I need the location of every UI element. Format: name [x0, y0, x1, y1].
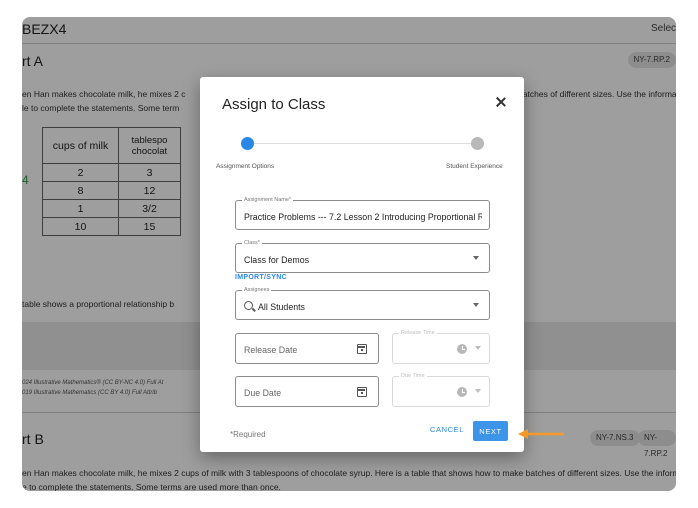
- release-time-select[interactable]: Release Time: [392, 330, 490, 364]
- step-label-student-experience: Student Experience: [446, 163, 503, 170]
- field-label: Release Time: [399, 330, 437, 337]
- step-label-assignment-options: Assignment Options: [216, 163, 275, 170]
- release-date-input[interactable]: Release Date: [235, 333, 379, 364]
- due-date-input[interactable]: Due Date: [235, 376, 379, 407]
- close-icon[interactable]: [494, 95, 508, 109]
- next-button[interactable]: NEXT: [473, 421, 508, 441]
- assignment-name-field[interactable]: Assignment Name* Practice Problems --- 7…: [235, 197, 490, 230]
- arrow-left-icon: [518, 429, 564, 439]
- due-time-select[interactable]: Due Time: [392, 373, 490, 407]
- chevron-down-icon: [473, 303, 479, 307]
- field-label: Assignment Name*: [242, 197, 294, 204]
- stepper-line: [248, 143, 476, 144]
- assignees-select[interactable]: Assignees All Students: [235, 287, 490, 320]
- chevron-down-icon: [475, 346, 481, 350]
- assign-to-class-dialog: Assign to Class Assignment Options Stude…: [200, 77, 524, 452]
- clock-icon: [457, 344, 467, 354]
- step-indicator-active[interactable]: [241, 137, 254, 150]
- import-sync-link[interactable]: IMPORT/SYNC: [235, 274, 287, 281]
- assignees-value: All Students: [258, 302, 305, 312]
- calendar-icon[interactable]: [357, 344, 367, 354]
- class-select-value: Class for Demos: [244, 255, 310, 265]
- field-label: Due Time: [399, 373, 427, 380]
- app-frame: BEZX4 Selec rt A NY-7.RP.2 en Han makes …: [22, 17, 676, 491]
- field-label: Class*: [242, 240, 262, 247]
- calendar-icon[interactable]: [357, 387, 367, 397]
- required-note: *Required: [230, 430, 266, 439]
- field-label: Assignees: [242, 287, 272, 294]
- assignment-name-value: Practice Problems --- 7.2 Lesson 2 Intro…: [244, 212, 482, 222]
- dialog-title: Assign to Class: [222, 96, 326, 113]
- clock-icon: [457, 387, 467, 397]
- class-select[interactable]: Class* Class for Demos: [235, 240, 490, 273]
- search-icon: [244, 301, 253, 310]
- chevron-down-icon: [475, 389, 481, 393]
- step-indicator-inactive[interactable]: [471, 137, 484, 150]
- cancel-button[interactable]: CANCEL: [430, 425, 464, 434]
- chevron-down-icon: [473, 256, 479, 260]
